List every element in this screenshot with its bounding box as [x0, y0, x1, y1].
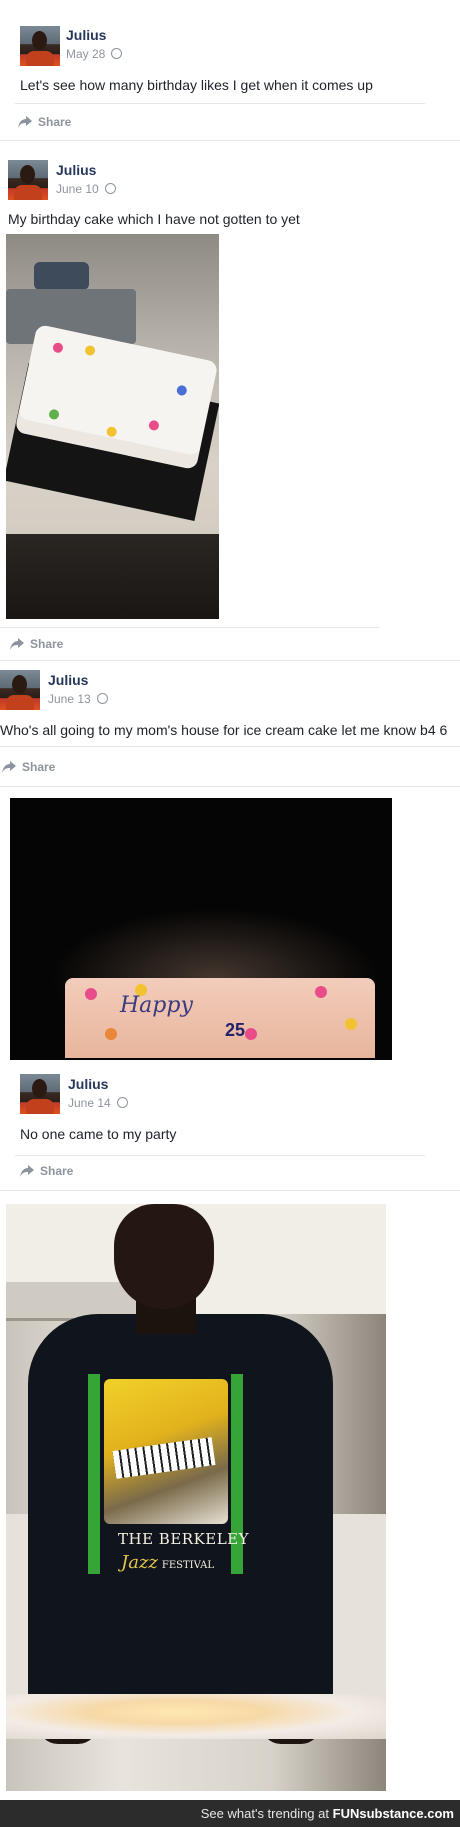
post-date[interactable]: June 10: [56, 182, 116, 196]
divider: [0, 140, 460, 141]
share-label: Share: [30, 637, 64, 651]
avatar[interactable]: [20, 1074, 60, 1114]
divider: [0, 1190, 460, 1191]
shirt-stripe-left: [88, 1374, 100, 1574]
share-button[interactable]: Share: [20, 1164, 73, 1178]
person-photo[interactable]: THE BERKELEY Jazz FESTIVAL: [6, 1204, 386, 1791]
globe-icon: [104, 183, 116, 194]
post-date-text: June 10: [56, 182, 99, 196]
faucet: [34, 262, 89, 290]
post-date[interactable]: June 14: [68, 1096, 128, 1110]
share-label: Share: [22, 760, 56, 774]
avatar[interactable]: [8, 160, 48, 200]
post-date-text: June 14: [68, 1096, 111, 1110]
post-author[interactable]: Julius: [56, 162, 96, 178]
candle-lit-cake: [6, 1694, 386, 1739]
divider: [0, 786, 460, 787]
cake-writing: Happy: [120, 993, 193, 1018]
divider: [0, 660, 460, 661]
cake-number: 25: [225, 1020, 246, 1040]
footer-prefix: See what's trending at: [200, 1806, 329, 1821]
divider: [15, 1155, 425, 1156]
footer-brand[interactable]: FUNsubstance.com: [333, 1806, 454, 1821]
shirt-text-line2: Jazz FESTIVAL: [121, 1552, 214, 1573]
cake-photo-kitchen[interactable]: [6, 234, 219, 619]
head: [114, 1204, 214, 1309]
post-text: My birthday cake which I have not gotten…: [8, 211, 300, 227]
post-author[interactable]: Julius: [48, 672, 88, 688]
post-text: Who's all going to my mom's house for ic…: [0, 722, 448, 738]
t-shirt: [28, 1314, 333, 1734]
share-arrow-icon: [18, 116, 32, 128]
share-label: Share: [40, 1164, 74, 1178]
ice-cream-cake: [65, 978, 375, 1058]
cake-photo-candles[interactable]: Happy 25: [10, 798, 392, 1060]
shirt-text-festival: FESTIVAL: [161, 1560, 215, 1571]
divider: [0, 746, 460, 747]
post-date-text: June 13: [48, 692, 91, 706]
globe-icon: [116, 1097, 128, 1108]
avatar[interactable]: [0, 670, 40, 710]
footer-bar: See what's trending at FUNsubstance.com: [0, 1800, 460, 1827]
share-arrow-icon: [2, 761, 16, 773]
post-date-text: May 28: [66, 47, 106, 61]
divider: [0, 627, 380, 628]
share-button[interactable]: Share: [2, 760, 55, 774]
post-date[interactable]: June 13: [48, 692, 108, 706]
divider: [15, 103, 425, 104]
footer-text[interactable]: See what's trending at FUNsubstance.com: [201, 1806, 454, 1821]
globe-icon: [111, 48, 123, 59]
post-author[interactable]: Julius: [66, 27, 106, 43]
post-text: No one came to my party: [20, 1126, 177, 1142]
share-arrow-icon: [20, 1165, 34, 1177]
post-date[interactable]: May 28: [66, 47, 123, 61]
post-text: Let's see how many birthday likes I get …: [20, 77, 373, 93]
post-author[interactable]: Julius: [68, 1076, 108, 1092]
cabinet: [6, 534, 219, 619]
share-button[interactable]: Share: [18, 115, 71, 129]
share-label: Share: [38, 115, 72, 129]
shirt-text-jazz: Jazz: [121, 1552, 158, 1573]
avatar[interactable]: [20, 26, 60, 66]
share-arrow-icon: [10, 638, 24, 650]
globe-icon: [96, 693, 108, 704]
shirt-text-line1: THE BERKELEY: [118, 1530, 250, 1548]
share-button[interactable]: Share: [10, 637, 63, 651]
